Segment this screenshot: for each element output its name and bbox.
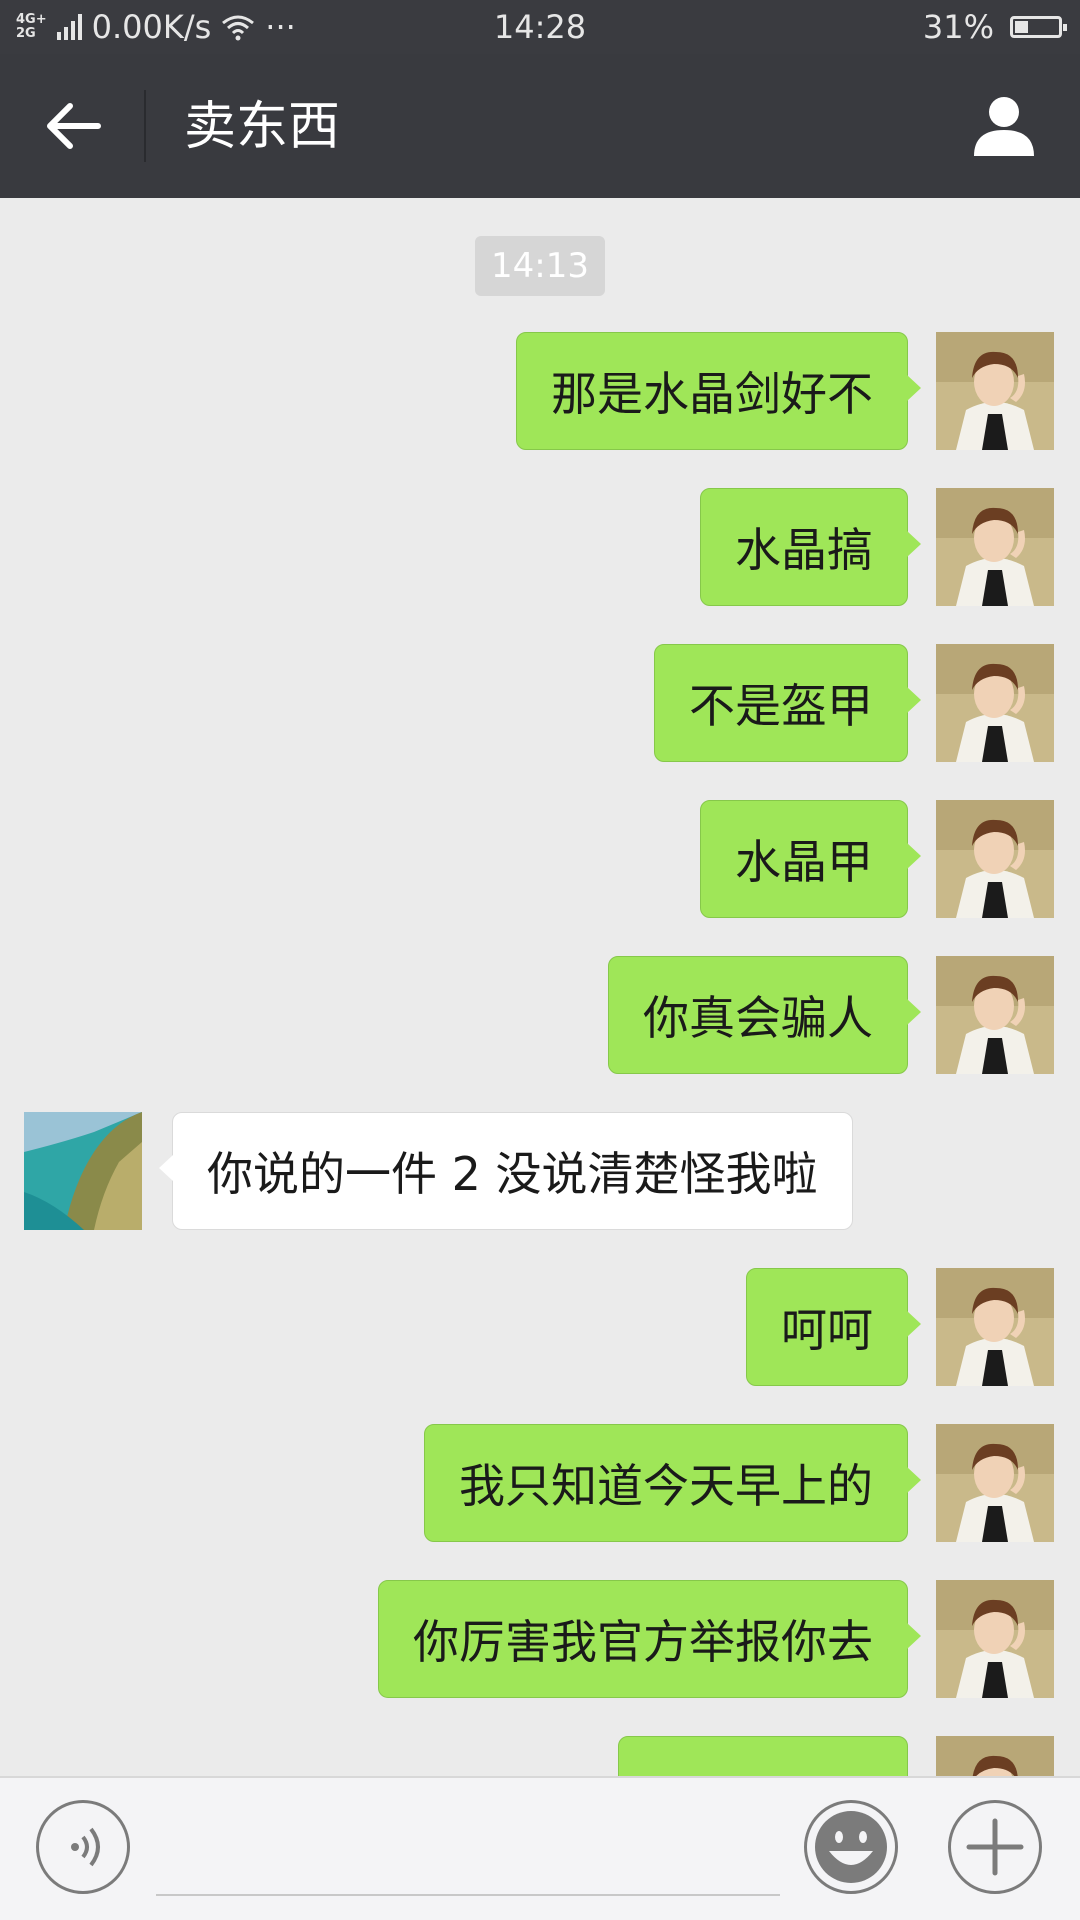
battery-percent: 31% bbox=[922, 8, 994, 46]
message-text: 你真会骗人 bbox=[643, 991, 873, 1045]
input-bar bbox=[0, 1776, 1080, 1920]
voice-icon bbox=[71, 1827, 100, 1867]
outgoing-message[interactable]: 不是盔甲 bbox=[654, 644, 921, 762]
message-text: 不是盔甲 bbox=[689, 679, 873, 733]
message-input[interactable] bbox=[156, 1894, 780, 1896]
my-avatar[interactable] bbox=[936, 1580, 1054, 1698]
message-list[interactable]: 那是水晶剑好不水晶搞不是盔甲水晶甲你真会骗人你说的一件 2 没说清楚怪我啦呵呵我… bbox=[0, 198, 1080, 1776]
message-text: 呵呵 bbox=[781, 1303, 873, 1357]
message-text: 你说的一件 2 没说清楚怪我啦 bbox=[207, 1147, 818, 1201]
my-avatar[interactable] bbox=[936, 1424, 1054, 1542]
contact-avatar[interactable] bbox=[24, 1112, 142, 1230]
message-text: 你厉害我官方举报你去 bbox=[413, 1615, 873, 1669]
my-avatar[interactable] bbox=[936, 1736, 1054, 1776]
timestamp: 14:13 bbox=[475, 236, 605, 296]
back-button[interactable] bbox=[28, 90, 118, 162]
chat-info-button[interactable] bbox=[968, 90, 1040, 162]
title-divider bbox=[144, 90, 146, 162]
my-avatar[interactable] bbox=[936, 956, 1054, 1074]
more-button[interactable] bbox=[948, 1800, 1042, 1894]
status-right: 31% bbox=[922, 8, 1067, 46]
outgoing-message[interactable]: 你真会骗人 bbox=[608, 956, 921, 1074]
my-avatar[interactable] bbox=[936, 488, 1054, 606]
my-avatar[interactable] bbox=[936, 800, 1054, 918]
my-avatar[interactable] bbox=[936, 1268, 1054, 1386]
outgoing-message[interactable]: 我只知道今天早上的 bbox=[424, 1424, 921, 1542]
plus-icon bbox=[966, 1818, 1024, 1876]
message-text: 我只知道今天早上的 bbox=[459, 1459, 873, 1513]
outgoing-message[interactable]: 那是水晶剑好不 bbox=[516, 332, 921, 450]
outgoing-message[interactable]: 水晶甲 bbox=[700, 800, 921, 918]
emoji-button[interactable] bbox=[804, 1800, 898, 1894]
title-bar: 卖东西 bbox=[0, 54, 1080, 198]
my-avatar[interactable] bbox=[936, 644, 1054, 762]
status-bar: 4G+ 2G 0.00K/s ··· 14:28 31% bbox=[0, 0, 1080, 54]
outgoing-message[interactable]: 呵呵 bbox=[746, 1268, 921, 1386]
message-text: 水晶搞 bbox=[735, 523, 873, 577]
outgoing-message[interactable] bbox=[618, 1736, 908, 1776]
emoji-icon bbox=[815, 1811, 887, 1883]
battery-icon bbox=[1010, 16, 1067, 38]
incoming-message[interactable]: 你说的一件 2 没说清楚怪我啦 bbox=[159, 1112, 853, 1230]
person-icon bbox=[974, 97, 1034, 156]
arrow-left-icon bbox=[47, 103, 101, 149]
voice-button[interactable] bbox=[36, 1800, 130, 1894]
outgoing-message[interactable]: 你厉害我官方举报你去 bbox=[378, 1580, 921, 1698]
chat-title: 卖东西 bbox=[184, 97, 341, 157]
message-text: 那是水晶剑好不 bbox=[551, 367, 873, 421]
clock: 14:28 bbox=[493, 8, 587, 46]
my-avatar[interactable] bbox=[936, 332, 1054, 450]
message-text: 水晶甲 bbox=[735, 835, 873, 889]
outgoing-message[interactable]: 水晶搞 bbox=[700, 488, 921, 606]
